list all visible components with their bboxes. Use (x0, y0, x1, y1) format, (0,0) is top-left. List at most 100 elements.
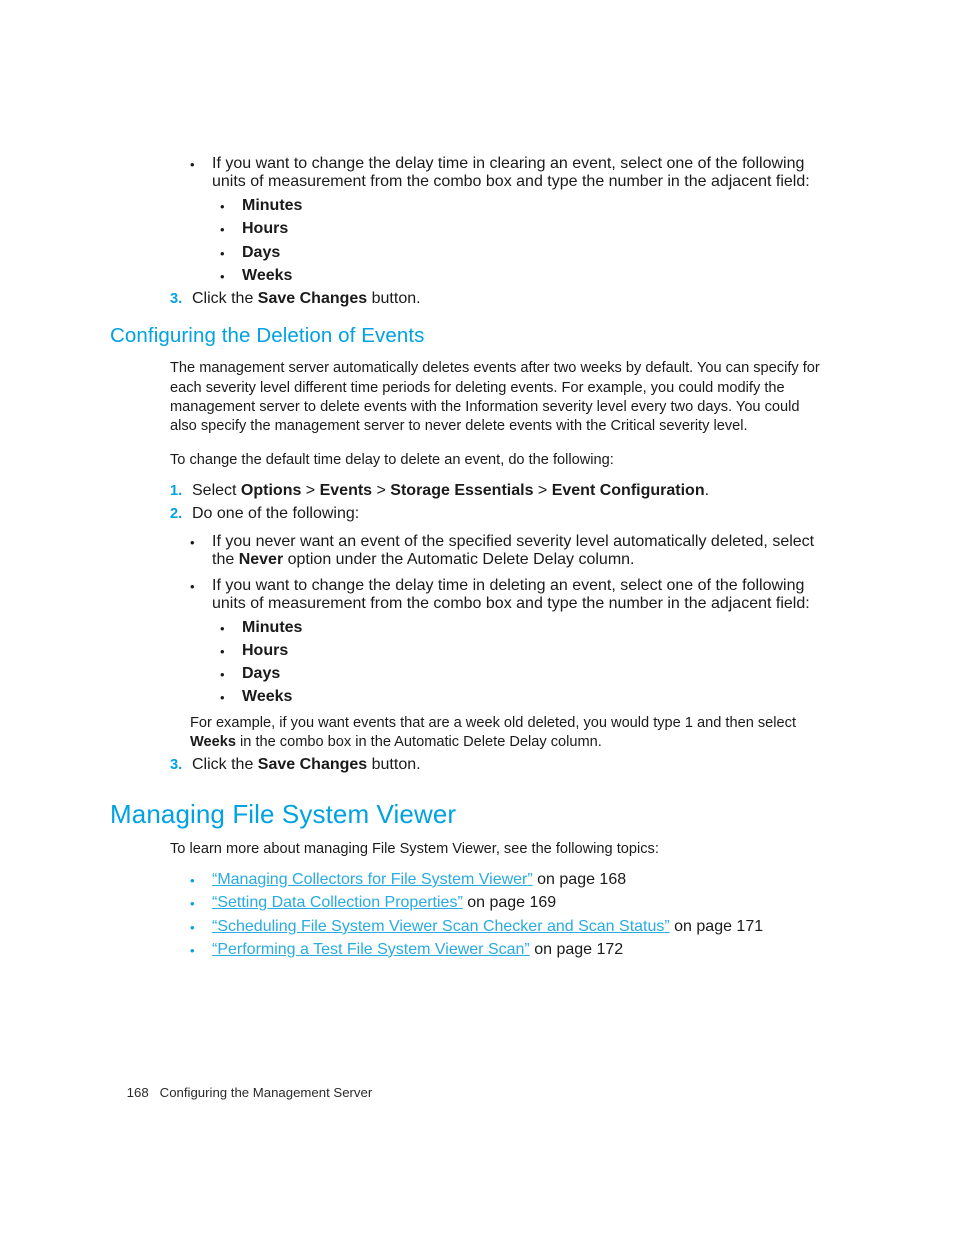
cross-reference: “Setting Data Collection Properties” on … (212, 894, 830, 912)
unit-days: Days (242, 665, 281, 683)
document-page: • If you want to change the delay time i… (0, 0, 954, 1235)
intro-paragraph: The management server automatically dele… (170, 360, 820, 435)
menu-options: Options (240, 481, 302, 499)
unit-minutes: Minutes (242, 197, 303, 214)
bullet-icon: • (190, 942, 195, 958)
step-text: Click the Save Changes button. (192, 290, 830, 308)
list-item: • If you never want an event of the spec… (190, 533, 830, 569)
bullet-icon: • (220, 199, 225, 214)
list-item: • “Setting Data Collection Properties” o… (190, 894, 830, 913)
step-number: 3. (170, 757, 183, 774)
link-title: Managing Collectors for File System View… (217, 870, 528, 888)
bullet-text-part2: option under the Automatic Delete Delay … (283, 550, 635, 568)
numbered-list-item: 3. Click the Save Changes button. (170, 756, 830, 775)
step-text-before: Click the (192, 756, 258, 774)
cross-reference: “Scheduling File System Viewer Scan Chec… (212, 918, 830, 936)
link-title: Setting Data Collection Properties (217, 894, 458, 912)
step-text-after: button. (367, 756, 421, 774)
cross-reference: “Performing a Test File System Viewer Sc… (212, 941, 830, 959)
list-item: • Days (220, 244, 830, 263)
step-number: 1. (170, 482, 183, 499)
step-text: Do one of the following: (192, 505, 360, 523)
example-part1: For example, if you want events that are… (190, 714, 797, 731)
bullet-icon: • (220, 268, 225, 284)
step-number: 2. (170, 506, 183, 523)
step-text: Click the Save Changes button. (192, 756, 830, 774)
menu-events: Events (319, 481, 373, 499)
unit-hours: Hours (242, 220, 289, 238)
section-heading-file-system-viewer: Managing File System Viewer (110, 798, 457, 829)
page-reference: on page 168 (532, 870, 627, 888)
bullet-text: If you want to change the delay time in … (212, 576, 810, 612)
bullet-icon: • (220, 667, 225, 683)
numbered-list-item: 3. Click the Save Changes button. (170, 290, 830, 309)
example-part2: in the combo box in the Automatic Delete… (235, 734, 602, 751)
unit-weeks: Weeks (242, 266, 293, 284)
step-number: 3. (170, 291, 183, 308)
link-managing-collectors[interactable]: “Managing Collectors for File System Vie… (212, 871, 533, 888)
list-item: • Weeks (220, 688, 830, 707)
bullet-icon: • (220, 643, 225, 659)
list-item: • Minutes (220, 197, 830, 216)
page-content: • If you want to change the delay time i… (110, 155, 830, 960)
list-item: • If you want to change the delay time i… (190, 155, 830, 191)
section-heading-deletion: Configuring the Deletion of Events (110, 324, 425, 348)
bullet-icon: • (190, 157, 195, 172)
example-paragraph: For example, if you want events that are… (190, 714, 830, 753)
save-changes-label: Save Changes (257, 756, 368, 774)
bullet-icon: • (220, 222, 225, 238)
list-item: • Weeks (220, 267, 830, 286)
page-footer: 168 Configuring the Management Server (112, 1067, 373, 1118)
list-item: • “Managing Collectors for File System V… (190, 871, 830, 890)
bullet-icon: • (220, 690, 225, 706)
unit-minutes: Minutes (242, 618, 303, 636)
page-reference: on page 169 (462, 894, 557, 912)
footer-chapter-title: Configuring the Management Server (159, 1085, 373, 1100)
link-setting-data-collection-properties[interactable]: “Setting Data Collection Properties” (212, 894, 463, 911)
unit-days: Days (242, 243, 281, 261)
menu-separator: > (372, 481, 391, 499)
list-item: • “Performing a Test File System Viewer … (190, 941, 830, 960)
unit-weeks: Weeks (242, 688, 293, 706)
link-title: Performing a Test File System Viewer Sca… (217, 940, 525, 958)
menu-storage-essentials: Storage Essentials (390, 481, 534, 499)
list-item: • “Scheduling File System Viewer Scan Ch… (190, 918, 830, 937)
bullet-text: If you never want an event of the specif… (212, 533, 830, 569)
bullet-icon: • (190, 578, 195, 594)
link-performing-test-scan[interactable]: “Performing a Test File System Viewer Sc… (212, 941, 530, 958)
numbered-list-item: 2. Do one of the following: (170, 505, 830, 524)
page-reference: on page 172 (529, 940, 624, 958)
fsv-lead-in: To learn more about managing File System… (170, 840, 659, 857)
list-item: • Hours (220, 220, 830, 239)
footer-page-number: 168 (126, 1085, 149, 1100)
list-item: • Hours (220, 642, 830, 661)
weeks-option-label: Weeks (190, 734, 236, 751)
menu-separator: > (301, 481, 320, 499)
step-text: Select Options > Events > Storage Essent… (192, 482, 830, 500)
list-item: • Minutes (220, 619, 830, 638)
menu-separator: > (533, 481, 552, 499)
unit-hours: Hours (242, 641, 289, 659)
link-scheduling-scan-checker[interactable]: “Scheduling File System Viewer Scan Chec… (212, 918, 670, 935)
list-item: • Days (220, 665, 830, 684)
numbered-list-item: 1. Select Options > Events > Storage Ess… (170, 482, 830, 501)
bullet-icon: • (220, 245, 225, 261)
bullet-icon: • (190, 872, 195, 888)
bullet-text: If you want to change the delay time in … (212, 155, 810, 190)
bullet-icon: • (220, 620, 225, 636)
cross-reference: “Managing Collectors for File System Vie… (212, 871, 830, 889)
link-title: Scheduling File System Viewer Scan Check… (217, 917, 665, 935)
save-changes-label: Save Changes (257, 290, 368, 308)
never-option-label: Never (238, 550, 284, 568)
menu-event-configuration: Event Configuration (551, 481, 705, 499)
bullet-icon: • (190, 919, 195, 935)
step-text-after: . (704, 481, 710, 499)
page-reference: on page 171 (669, 917, 764, 935)
bullet-icon: • (190, 534, 195, 550)
bullet-icon: • (190, 896, 195, 912)
step-text-before: Select (192, 481, 241, 499)
list-item: • If you want to change the delay time i… (190, 577, 830, 613)
lead-in-paragraph: To change the default time delay to dele… (170, 451, 614, 468)
step-text-after: button. (367, 290, 421, 308)
step-text-before: Click the (192, 290, 258, 308)
